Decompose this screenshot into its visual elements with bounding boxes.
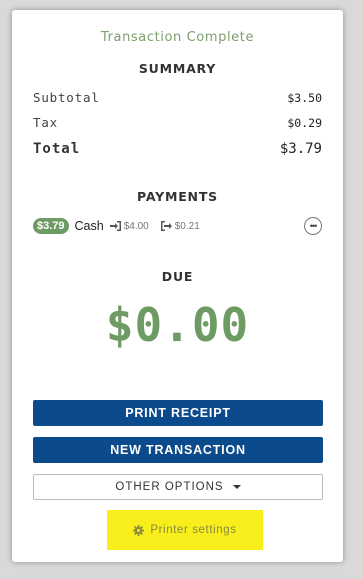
subtotal-row: Subtotal $3.50: [33, 90, 322, 105]
print-receipt-button[interactable]: PRINT RECEIPT: [33, 400, 323, 426]
due-heading: DUE: [161, 269, 194, 284]
tendered-amount: $4.00: [109, 220, 149, 232]
tax-row: Tax $0.29: [33, 115, 322, 130]
transaction-card: Transaction Complete SUMMARY Subtotal $3…: [12, 10, 343, 562]
payment-amount-badge: $3.79: [33, 218, 69, 234]
total-label: Total: [33, 141, 81, 157]
new-transaction-button[interactable]: NEW TRANSACTION: [33, 437, 323, 463]
tax-label: Tax: [33, 115, 58, 130]
payments-heading: PAYMENTS: [137, 189, 218, 204]
gear-icon: [133, 524, 145, 536]
summary-heading: SUMMARY: [138, 61, 217, 76]
total-row: Total $3.79: [33, 141, 322, 157]
tendered-value: $4.00: [123, 220, 149, 232]
payment-method: Cash: [74, 219, 104, 233]
payment-row: $3.79 Cash $4.00 $0.21 •••: [33, 216, 322, 236]
printer-settings-link[interactable]: Printer settings: [107, 510, 263, 550]
tax-value: $0.29: [287, 116, 322, 130]
sign-in-icon: [109, 221, 121, 231]
due-amount: $0.00: [105, 298, 250, 352]
change-value: $0.21: [174, 220, 200, 232]
subtotal-label: Subtotal: [33, 90, 100, 105]
subtotal-value: $3.50: [287, 91, 322, 105]
caret-down-icon: [232, 485, 241, 489]
change-amount: $0.21: [160, 220, 200, 232]
other-options-button[interactable]: OTHER OPTIONS: [33, 474, 323, 500]
sign-out-icon: [160, 221, 172, 231]
printer-settings-label: Printer settings: [150, 524, 237, 536]
page-title: Transaction Complete: [100, 30, 255, 45]
payment-more-options-button[interactable]: •••: [304, 217, 322, 235]
other-options-label: OTHER OPTIONS: [115, 481, 224, 493]
total-value: $3.79: [279, 141, 322, 157]
